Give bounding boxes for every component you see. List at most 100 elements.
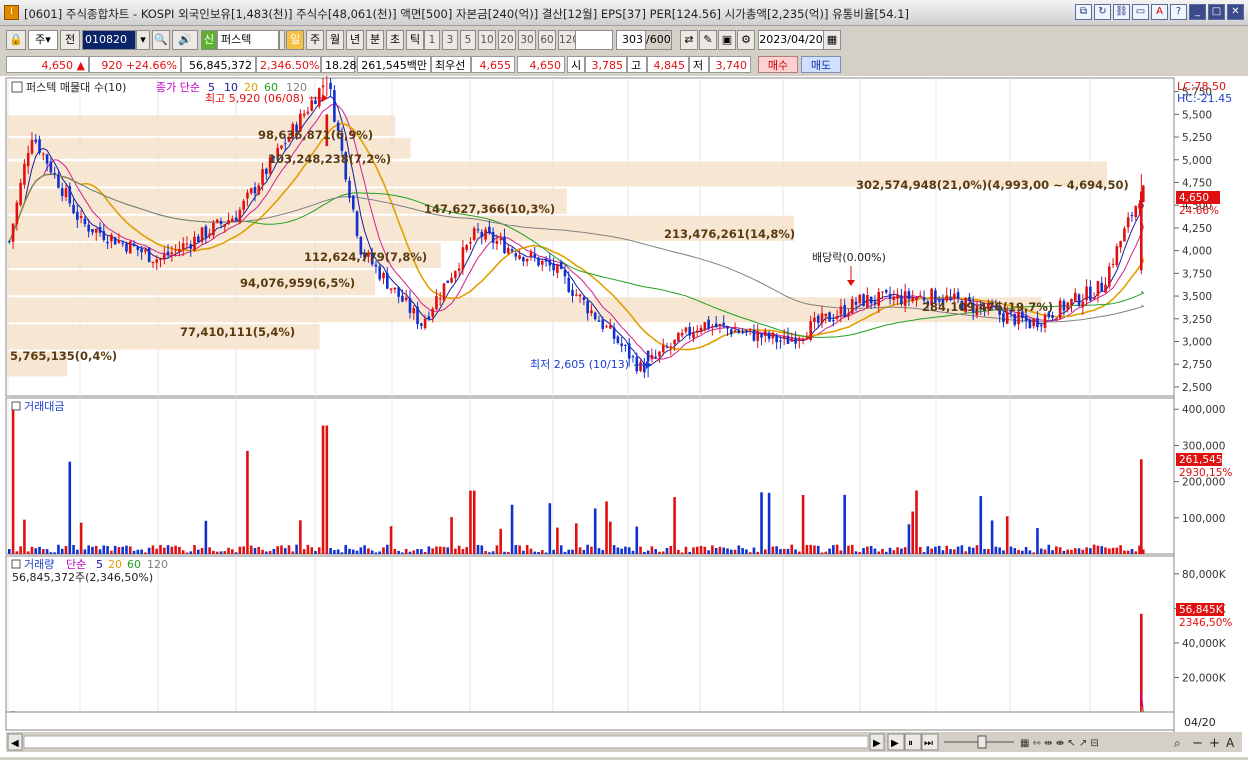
restore-icon[interactable]: ⧉: [1075, 4, 1092, 20]
amount-menu-icon[interactable]: [12, 402, 20, 410]
minimize-icon[interactable]: _: [1189, 4, 1206, 20]
help-icon[interactable]: ?: [1170, 4, 1187, 20]
zoom-slider-thumb[interactable]: [978, 736, 986, 748]
lock-icon[interactable]: 🔒: [6, 30, 26, 50]
amount-bar: [749, 552, 752, 554]
save-icon[interactable]: ▣: [718, 30, 736, 50]
amount-bar: [412, 550, 415, 554]
amount-bar: [276, 546, 279, 554]
zoom-in-icon[interactable]: +: [1209, 736, 1220, 751]
amount-bar: [1029, 550, 1032, 554]
close-icon[interactable]: ✕: [1227, 4, 1244, 20]
candle-body: [730, 330, 733, 335]
candle-body: [511, 249, 514, 251]
candle-body: [394, 288, 397, 290]
candle-body: [866, 295, 869, 307]
panel-menu-icon[interactable]: [12, 82, 22, 92]
restore-window-icon[interactable]: □: [1208, 4, 1225, 20]
interval-button[interactable]: 10: [478, 30, 496, 50]
sell-button[interactable]: 매도: [801, 56, 841, 73]
candle-body: [601, 319, 604, 329]
auto-scale-icon[interactable]: A: [1226, 736, 1235, 750]
volume-title: 거래량: [24, 558, 54, 571]
candle-body: [477, 229, 480, 230]
candle-body: [1013, 314, 1016, 325]
calendar-icon[interactable]: ▦: [823, 30, 841, 50]
period-tab[interactable]: 년: [346, 30, 364, 50]
interval-button[interactable]: 1: [424, 30, 440, 50]
y-tick-label: 2,500: [1182, 382, 1212, 394]
candle-body: [454, 271, 457, 278]
count-input[interactable]: 303: [616, 30, 646, 50]
name-dropdown-icon[interactable]: [279, 30, 285, 50]
amount-bar: [454, 549, 457, 554]
interval-button[interactable]: 5: [460, 30, 476, 50]
interval-button[interactable]: 3: [442, 30, 458, 50]
stock-chart-svg[interactable]: 5,7505,5005,2505,0004,7504,5004,2504,000…: [0, 76, 1248, 757]
interval-input[interactable]: [575, 30, 613, 50]
candle-body: [409, 298, 412, 313]
period-tab[interactable]: 분: [366, 30, 384, 50]
type-select[interactable]: 주▾: [28, 30, 58, 50]
font-icon[interactable]: A: [1151, 4, 1168, 20]
amount-bar: [103, 545, 106, 554]
amount-bar: [995, 547, 998, 554]
speaker-icon[interactable]: 🔊: [172, 30, 198, 50]
scroll-track[interactable]: [24, 736, 868, 748]
buy-button[interactable]: 매수: [758, 56, 798, 73]
jeon-button[interactable]: 전: [60, 30, 80, 50]
toolbar-icons-right[interactable]: ▦ ⇿ ⇹ ⇼ ↖ ↗ ⊟: [1020, 738, 1099, 749]
candle-body: [1059, 300, 1062, 318]
volume-panel[interactable]: [6, 556, 1174, 712]
period-tab[interactable]: 주: [306, 30, 324, 50]
amount-bar: [27, 551, 30, 554]
period-tab[interactable]: 틱: [406, 30, 424, 50]
zoom-search-icon[interactable]: ⌕: [1174, 736, 1181, 750]
interval-button[interactable]: 60: [538, 30, 556, 50]
period-tab[interactable]: 일: [286, 30, 304, 50]
zoom-out-icon[interactable]: −: [1192, 736, 1203, 751]
amount-bar: [821, 553, 824, 554]
amount-bar: [522, 551, 525, 554]
amount-panel[interactable]: [6, 398, 1174, 554]
chart-tools-icon[interactable]: ⇄: [680, 30, 698, 50]
candle-body: [118, 240, 121, 242]
amount-bar: [764, 550, 767, 554]
link-icon[interactable]: ⛓: [1113, 4, 1130, 20]
candle-body: [722, 323, 725, 326]
draw-tool-icon[interactable]: ✎: [699, 30, 717, 50]
candle-body: [711, 326, 714, 327]
period-tab[interactable]: 월: [326, 30, 344, 50]
amount-bar: [840, 550, 843, 554]
price-legend-ma: 종가 단순: [156, 81, 200, 94]
maximize-icon[interactable]: ▭: [1132, 4, 1149, 20]
candle-body: [643, 363, 646, 372]
candle-body: [103, 231, 106, 240]
interval-button[interactable]: 30: [518, 30, 536, 50]
candle-body: [435, 296, 438, 309]
amount-bar: [91, 547, 94, 554]
date-input[interactable]: 2023/04/20: [758, 30, 824, 50]
interval-button[interactable]: 20: [498, 30, 516, 50]
y-tick-label: 3,250: [1182, 314, 1212, 326]
search-icon[interactable]: 🔍: [152, 30, 170, 50]
refresh-icon[interactable]: ↻: [1094, 4, 1111, 20]
settings-icon[interactable]: ⚙: [737, 30, 755, 50]
code-dropdown-icon[interactable]: ▾: [136, 30, 150, 50]
candle-body: [1127, 217, 1130, 227]
amount-bar: [371, 550, 374, 554]
chart-area[interactable]: 5,7505,5005,2505,0004,7504,5004,2504,000…: [0, 76, 1248, 757]
candle-body: [518, 255, 521, 259]
candle-body: [428, 316, 431, 319]
stock-code-input[interactable]: 010820: [82, 30, 136, 50]
amount-bar: [246, 451, 249, 554]
candle-body: [201, 227, 204, 242]
svg-text:⏭: ⏭: [924, 738, 933, 749]
y-tick-label: 2,750: [1182, 359, 1212, 371]
amount-bar: [34, 548, 37, 554]
candle-body: [1116, 246, 1119, 265]
stock-name-field[interactable]: 퍼스텍: [217, 30, 279, 50]
volume-menu-icon[interactable]: [12, 560, 20, 568]
period-tab[interactable]: 초: [386, 30, 404, 50]
amount-bar: [144, 552, 147, 554]
